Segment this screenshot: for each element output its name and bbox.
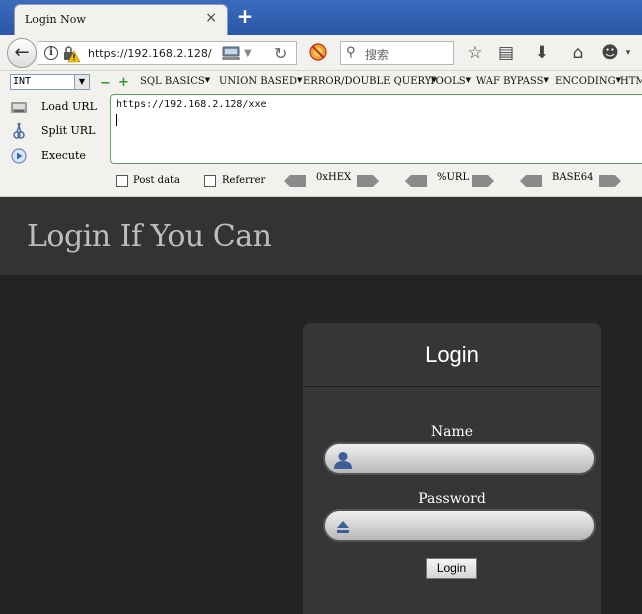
base64-decode-arrow-icon[interactable]	[520, 175, 542, 187]
increase-button[interactable]: +	[118, 75, 129, 90]
server-icon[interactable]	[222, 46, 240, 61]
back-button[interactable]: ←	[7, 38, 37, 68]
name-input[interactable]	[359, 450, 584, 468]
tab-close-icon[interactable]: ×	[205, 10, 217, 26]
hackbar-toggle-icon[interactable]	[309, 43, 327, 61]
split-url-label: Split URL	[41, 124, 96, 137]
dropdown-arrow-icon[interactable]: ▼	[244, 48, 252, 59]
bookmark-star-icon[interactable]: ☆	[463, 41, 487, 65]
select-arrow-icon[interactable]: ▼	[74, 75, 89, 89]
navigation-bar: ← i https://192.168.2.128/ ▼ ↻ ⚲ 搜索 ☆ ▤ …	[0, 35, 642, 71]
menu-waf-bypass[interactable]: WAF BYPASS▼	[476, 76, 549, 87]
split-url-icon	[13, 122, 25, 139]
post-data-label: Post data	[133, 175, 181, 186]
hex-decode-arrow-icon[interactable]	[284, 175, 306, 187]
url-encode-label: %URL	[437, 172, 470, 183]
search-icon: ⚲	[346, 45, 356, 60]
new-tab-button[interactable]: +	[234, 5, 256, 27]
execute-label: Execute	[41, 149, 86, 162]
base64-encode-arrow-icon[interactable]	[599, 175, 621, 187]
login-button[interactable]: Login	[426, 558, 477, 579]
reload-icon[interactable]: ↻	[274, 44, 287, 63]
password-field[interactable]	[323, 509, 596, 542]
url-textarea-value: https://192.168.2.128/xxe	[116, 99, 267, 110]
menu-tools[interactable]: TOOLS▼	[429, 76, 471, 87]
type-select-value: INT	[13, 76, 32, 87]
url-textarea[interactable]: https://192.168.2.128/xxe	[110, 94, 642, 164]
user-icon	[334, 452, 352, 469]
hex-encode-arrow-icon[interactable]	[357, 175, 379, 187]
search-placeholder: 搜索	[365, 48, 390, 62]
url-encode-arrow-icon[interactable]	[472, 175, 494, 187]
password-label: Password	[418, 491, 486, 507]
login-card-title: Login	[425, 342, 479, 367]
login-card-header: Login	[303, 323, 601, 387]
name-field[interactable]	[323, 442, 596, 475]
browser-tab[interactable]: Login Now ×	[14, 4, 228, 35]
search-box[interactable]: ⚲ 搜索	[340, 41, 454, 65]
info-icon[interactable]: i	[44, 46, 58, 60]
decrease-button[interactable]: −	[100, 76, 111, 91]
insecure-lock-icon[interactable]	[62, 45, 80, 63]
menu-error-double-query[interactable]: ERROR/DOUBLE QUERY▼	[303, 76, 437, 87]
execute-play-icon	[11, 148, 27, 164]
page-header: Login If You Can	[0, 197, 642, 275]
tab-title: Login Now	[25, 13, 86, 26]
name-label: Name	[430, 424, 474, 440]
url-text: https://192.168.2.128/	[88, 47, 212, 60]
load-url-label: Load URL	[41, 100, 97, 113]
eject-lock-icon	[337, 521, 349, 533]
reading-list-icon[interactable]: ▤	[494, 41, 518, 65]
load-url-icon	[11, 102, 27, 113]
menu-sql-basics[interactable]: SQL BASICS▼	[140, 76, 210, 87]
hex-label: 0xHEX	[316, 172, 352, 183]
menu-html[interactable]: HTML	[620, 76, 642, 87]
hackbar-panel: INT ▼ − + SQL BASICS▼ UNION BASED▼ ERROR…	[0, 71, 642, 197]
menu-encoding[interactable]: ENCODING▼	[555, 76, 621, 87]
download-icon[interactable]: ⬇	[530, 41, 554, 65]
text-caret	[116, 114, 117, 126]
type-select[interactable]: INT ▼	[10, 74, 90, 90]
tab-strip: Login Now × +	[0, 0, 642, 35]
url-bar[interactable]: i https://192.168.2.128/ ▼ ↻	[38, 41, 297, 65]
home-icon[interactable]: ⌂	[566, 41, 590, 65]
back-arrow-icon: ←	[14, 42, 30, 63]
referrer-checkbox[interactable]	[204, 175, 216, 187]
password-input[interactable]	[359, 517, 584, 535]
base64-label: BASE64	[552, 172, 594, 183]
url-decode-arrow-icon[interactable]	[405, 175, 427, 187]
referrer-label: Referrer	[222, 175, 266, 186]
menu-union-based[interactable]: UNION BASED▼	[219, 76, 302, 87]
post-data-checkbox[interactable]	[116, 175, 128, 187]
page-title: Login If You Can	[27, 219, 272, 254]
profile-dropdown-icon[interactable]: ▾	[616, 41, 640, 65]
login-card: Login Name Password Login	[303, 323, 601, 614]
